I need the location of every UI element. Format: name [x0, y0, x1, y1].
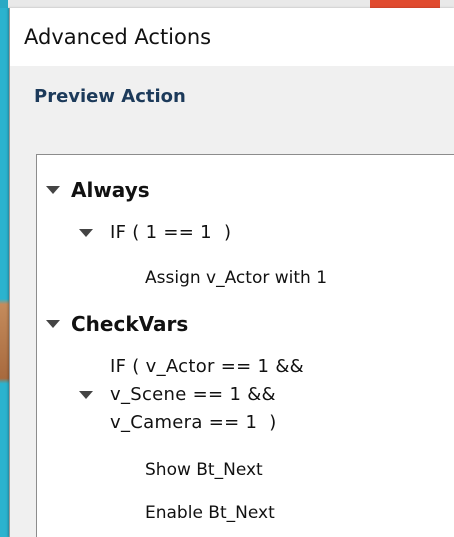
tree-condition-always[interactable]: IF ( 1 == 1 ): [79, 222, 231, 243]
triangle-down-icon[interactable]: [79, 391, 93, 399]
triangle-down-icon[interactable]: [79, 228, 93, 237]
triangle-down-icon[interactable]: [46, 186, 60, 194]
preview-tree[interactable]: Always IF ( 1 == 1 ) Assign v_Actor with…: [36, 154, 454, 537]
triangle-down-icon[interactable]: [46, 320, 60, 328]
tree-group-always[interactable]: Always: [46, 178, 150, 202]
condition-line: IF ( v_Actor == 1 &&: [110, 356, 304, 377]
action-item[interactable]: Show Bt_Next: [145, 460, 263, 480]
title-bar[interactable]: Advanced Actions: [10, 8, 454, 66]
action-item[interactable]: Assign v_Actor with 1: [145, 268, 327, 288]
advanced-actions-dialog: Advanced Actions Preview Action Always I…: [9, 8, 454, 537]
tree-condition-checkvars[interactable]: IF ( v_Actor == 1 && v_Scene == 1 && v_C…: [79, 353, 304, 437]
condition-label: IF ( 1 == 1 ): [110, 222, 232, 243]
condition-line: v_Scene == 1 &&: [110, 384, 276, 405]
tree-group-checkvars[interactable]: CheckVars: [46, 312, 188, 336]
preview-action-label: Preview Action: [34, 86, 186, 107]
condition-line: v_Camera == 1 ): [110, 412, 277, 433]
window-title: Advanced Actions: [24, 25, 212, 49]
group-label: Always: [71, 178, 150, 202]
condition-label: IF ( v_Actor == 1 && v_Scene == 1 && v_C…: [110, 353, 304, 437]
background-window-edge: [0, 8, 9, 537]
action-item[interactable]: Enable Bt_Next: [145, 503, 275, 523]
group-label: CheckVars: [71, 312, 189, 336]
